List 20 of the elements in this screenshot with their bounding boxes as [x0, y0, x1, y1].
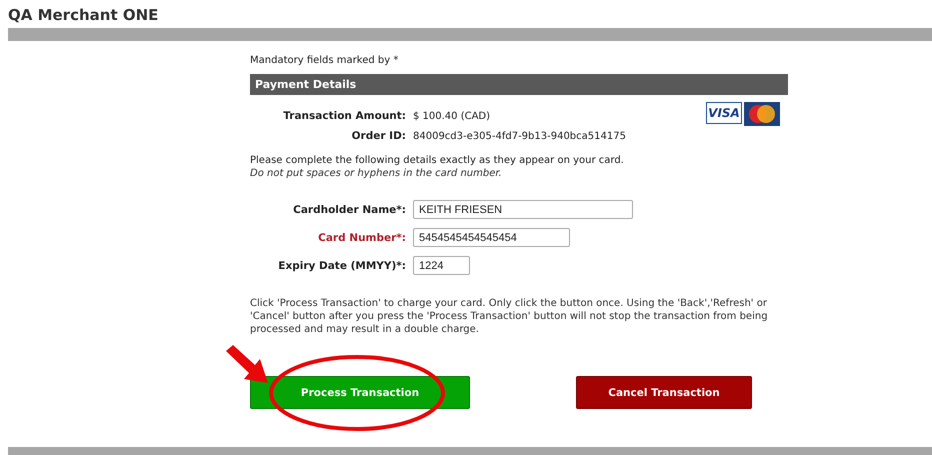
field-label: Card Number*:	[318, 232, 406, 244]
input-field[interactable]: 1224	[413, 256, 470, 275]
summary-value: 84009cd3-e305-4fd7-9b13-940bca514175	[413, 130, 626, 142]
section-header: Payment Details	[250, 74, 788, 95]
cancel-button[interactable]: Cancel Transaction	[576, 376, 752, 409]
mastercard-logo	[744, 102, 780, 126]
summary-label: Order ID:	[352, 130, 406, 142]
field-label: Expiry Date (MMYY)*:	[278, 260, 406, 272]
warning-text: Click 'Process Transaction' to charge your card. Only click the button once. Using the 'Back','Refresh' or 'Cancel' button after you press the 'Process Transaction' button will not stop the transaction from being processed and may result in a double charge.	[250, 297, 769, 336]
merchant-title: QA Merchant ONE	[7, 5, 160, 26]
field-label: Cardholder Name*:	[293, 204, 406, 216]
mandatory-note: Mandatory fields marked by *	[250, 55, 398, 66]
input-field[interactable]: KEITH FRIESEN	[413, 200, 633, 219]
input-field[interactable]: 5454545454545454	[413, 228, 570, 247]
summary-label: Transaction Amount:	[283, 110, 406, 122]
instructions-note: Do not put spaces or hyphens in the card number.	[250, 167, 502, 180]
visa-logo: VISA	[706, 102, 742, 124]
summary-value: $ 100.40 (CAD)	[413, 110, 490, 122]
arrow-icon	[226, 345, 268, 383]
instructions-text: Please complete the following details exactly as they appear on your card.	[250, 154, 624, 167]
